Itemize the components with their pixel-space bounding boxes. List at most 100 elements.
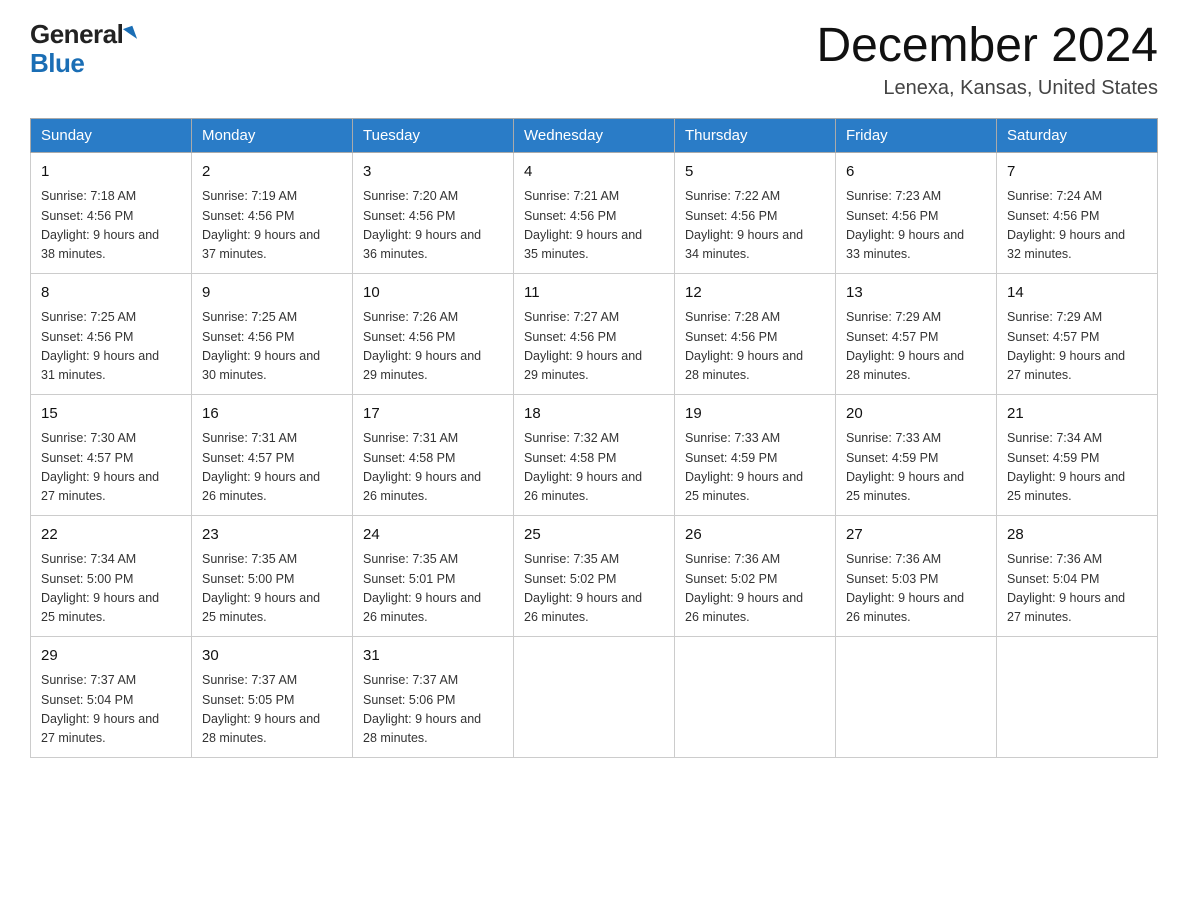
day-cell: 14 Sunrise: 7:29 AMSunset: 4:57 PMDayligh… [997,273,1158,394]
day-cell: 29Sunrise: 7:37 AMSunset: 5:04 PMDayligh… [31,636,192,757]
day-cell: 13 Sunrise: 7:29 AMSunset: 4:57 PMDayligh… [836,273,997,394]
day-cell: 5 Sunrise: 7:22 AMSunset: 4:56 PMDaylight… [675,152,836,273]
day-cell [997,636,1158,757]
day-number: 4 [524,161,664,184]
day-cell: 31 Sunrise: 7:37 AMSunset: 5:06 PMDayligh… [353,636,514,757]
day-info: Sunrise: 7:19 AMSunset: 4:56 PMDaylight:… [202,187,342,265]
day-number: 18 [524,403,664,426]
day-info: Sunrise: 7:29 AMSunset: 4:57 PMDaylight:… [1007,308,1147,386]
day-number: 2 [202,161,342,184]
day-number: 9 [202,282,342,305]
day-number: 14 [1007,282,1147,305]
day-number: 12 [685,282,825,305]
day-number: 28 [1007,524,1147,547]
page-header: General Blue December 2024 Lenexa, Kansa… [30,20,1158,100]
day-cell [675,636,836,757]
title-section: December 2024 Lenexa, Kansas, United Sta… [816,20,1158,100]
day-info: Sunrise: 7:30 AMSunset: 4:57 PMDaylight:… [41,429,181,507]
day-cell: 10 Sunrise: 7:26 AMSunset: 4:56 PMDayligh… [353,273,514,394]
day-cell: 23 Sunrise: 7:35 AMSunset: 5:00 PMDayligh… [192,515,353,636]
day-info: Sunrise: 7:26 AMSunset: 4:56 PMDaylight:… [363,308,503,386]
day-number: 11 [524,282,664,305]
header-day-wednesday: Wednesday [514,118,675,152]
day-info: Sunrise: 7:21 AMSunset: 4:56 PMDaylight:… [524,187,664,265]
day-cell [514,636,675,757]
header-day-tuesday: Tuesday [353,118,514,152]
day-number: 26 [685,524,825,547]
day-info: Sunrise: 7:35 AMSunset: 5:01 PMDaylight:… [363,550,503,628]
day-number: 20 [846,403,986,426]
day-number: 25 [524,524,664,547]
logo: General Blue [30,20,135,77]
day-number: 24 [363,524,503,547]
logo-blue-text: Blue [30,49,84,78]
day-cell: 4 Sunrise: 7:21 AMSunset: 4:56 PMDaylight… [514,152,675,273]
day-number: 13 [846,282,986,305]
day-info: Sunrise: 7:31 AMSunset: 4:58 PMDaylight:… [363,429,503,507]
day-number: 8 [41,282,181,305]
header-day-friday: Friday [836,118,997,152]
day-info: Sunrise: 7:34 AMSunset: 4:59 PMDaylight:… [1007,429,1147,507]
day-cell: 25 Sunrise: 7:35 AMSunset: 5:02 PMDayligh… [514,515,675,636]
day-cell: 1Sunrise: 7:18 AMSunset: 4:56 PMDaylight… [31,152,192,273]
day-cell: 19Sunrise: 7:33 AMSunset: 4:59 PMDayligh… [675,394,836,515]
day-info: Sunrise: 7:36 AMSunset: 5:04 PMDaylight:… [1007,550,1147,628]
day-cell: 2 Sunrise: 7:19 AMSunset: 4:56 PMDaylight… [192,152,353,273]
day-number: 7 [1007,161,1147,184]
header-day-thursday: Thursday [675,118,836,152]
header-day-monday: Monday [192,118,353,152]
calendar-body: 1Sunrise: 7:18 AMSunset: 4:56 PMDaylight… [31,152,1158,757]
day-number: 27 [846,524,986,547]
day-number: 30 [202,645,342,668]
day-number: 15 [41,403,181,426]
day-cell: 9 Sunrise: 7:25 AMSunset: 4:56 PMDaylight… [192,273,353,394]
day-info: Sunrise: 7:33 AMSunset: 4:59 PMDaylight:… [846,429,986,507]
day-cell: 12 Sunrise: 7:28 AMSunset: 4:56 PMDayligh… [675,273,836,394]
header-row: SundayMondayTuesdayWednesdayThursdayFrid… [31,118,1158,152]
week-row-2: 8 Sunrise: 7:25 AMSunset: 4:56 PMDaylight… [31,273,1158,394]
day-cell: 20 Sunrise: 7:33 AMSunset: 4:59 PMDayligh… [836,394,997,515]
day-number: 5 [685,161,825,184]
week-row-1: 1Sunrise: 7:18 AMSunset: 4:56 PMDaylight… [31,152,1158,273]
day-cell: 6Sunrise: 7:23 AMSunset: 4:56 PMDaylight… [836,152,997,273]
day-number: 16 [202,403,342,426]
week-row-3: 15 Sunrise: 7:30 AMSunset: 4:57 PMDayligh… [31,394,1158,515]
day-number: 31 [363,645,503,668]
day-info: Sunrise: 7:36 AMSunset: 5:03 PMDaylight:… [846,550,986,628]
day-info: Sunrise: 7:18 AMSunset: 4:56 PMDaylight:… [41,187,181,265]
day-cell: 15 Sunrise: 7:30 AMSunset: 4:57 PMDayligh… [31,394,192,515]
day-number: 10 [363,282,503,305]
week-row-5: 29Sunrise: 7:37 AMSunset: 5:04 PMDayligh… [31,636,1158,757]
day-info: Sunrise: 7:31 AMSunset: 4:57 PMDaylight:… [202,429,342,507]
day-cell: 24 Sunrise: 7:35 AMSunset: 5:01 PMDayligh… [353,515,514,636]
day-number: 19 [685,403,825,426]
week-row-4: 22 Sunrise: 7:34 AMSunset: 5:00 PMDayligh… [31,515,1158,636]
day-info: Sunrise: 7:37 AMSunset: 5:06 PMDaylight:… [363,671,503,749]
day-info: Sunrise: 7:37 AMSunset: 5:05 PMDaylight:… [202,671,342,749]
day-info: Sunrise: 7:37 AMSunset: 5:04 PMDaylight:… [41,671,181,749]
day-cell: 28 Sunrise: 7:36 AMSunset: 5:04 PMDayligh… [997,515,1158,636]
day-cell: 8 Sunrise: 7:25 AMSunset: 4:56 PMDaylight… [31,273,192,394]
day-cell: 16 Sunrise: 7:31 AMSunset: 4:57 PMDayligh… [192,394,353,515]
day-cell [836,636,997,757]
day-cell: 21Sunrise: 7:34 AMSunset: 4:59 PMDayligh… [997,394,1158,515]
header-day-saturday: Saturday [997,118,1158,152]
day-cell: 22 Sunrise: 7:34 AMSunset: 5:00 PMDayligh… [31,515,192,636]
location-title: Lenexa, Kansas, United States [816,77,1158,100]
month-title: December 2024 [816,20,1158,73]
day-info: Sunrise: 7:34 AMSunset: 5:00 PMDaylight:… [41,550,181,628]
header-day-sunday: Sunday [31,118,192,152]
day-cell: 30 Sunrise: 7:37 AMSunset: 5:05 PMDayligh… [192,636,353,757]
day-number: 3 [363,161,503,184]
day-info: Sunrise: 7:29 AMSunset: 4:57 PMDaylight:… [846,308,986,386]
day-cell: 27 Sunrise: 7:36 AMSunset: 5:03 PMDayligh… [836,515,997,636]
day-info: Sunrise: 7:35 AMSunset: 5:02 PMDaylight:… [524,550,664,628]
day-number: 23 [202,524,342,547]
day-info: Sunrise: 7:25 AMSunset: 4:56 PMDaylight:… [41,308,181,386]
day-number: 22 [41,524,181,547]
day-info: Sunrise: 7:25 AMSunset: 4:56 PMDaylight:… [202,308,342,386]
day-info: Sunrise: 7:35 AMSunset: 5:00 PMDaylight:… [202,550,342,628]
day-info: Sunrise: 7:28 AMSunset: 4:56 PMDaylight:… [685,308,825,386]
day-info: Sunrise: 7:22 AMSunset: 4:56 PMDaylight:… [685,187,825,265]
day-number: 17 [363,403,503,426]
